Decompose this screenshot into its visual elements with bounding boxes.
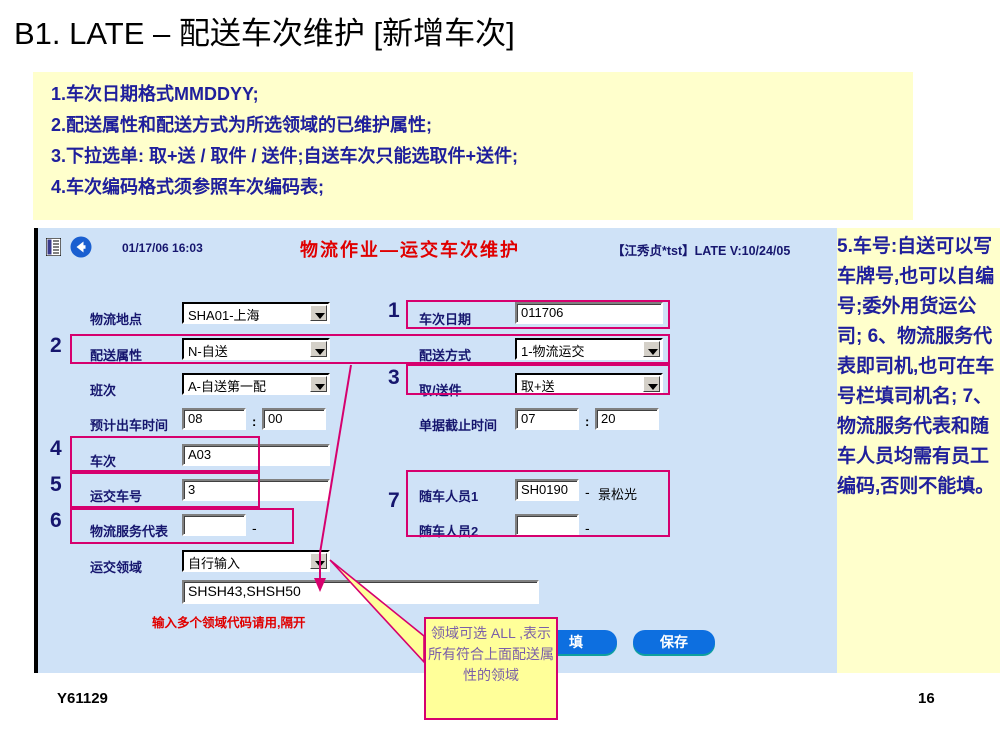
select-domain[interactable]: 自行输入 <box>182 550 330 572</box>
crew2-dash: - <box>585 520 590 536</box>
input-cutoff-hour[interactable]: 07 <box>515 408 579 430</box>
cutoff-time-colon: : <box>585 414 590 429</box>
input-crew2-code[interactable] <box>515 514 579 536</box>
select-pick-deliver[interactable]: 取+送 <box>515 373 663 395</box>
select-pick-deliver-value: 取+送 <box>521 379 555 394</box>
instruction-line-4: 4.车次编码格式须参照车次编码表; <box>51 177 325 197</box>
input-depart-minute[interactable]: 00 <box>262 408 326 430</box>
annotation-number-7: 7 <box>388 489 400 512</box>
select-domain-value: 自行输入 <box>188 556 241 571</box>
instructions-box: 1.车次日期格式MMDDYY; 2.配送属性和配送方式为所选领域的已维护属性; … <box>33 72 913 220</box>
service-rep-dash: - <box>252 520 257 536</box>
app-version-label: 【江秀贞*tst】LATE V:10/24/05 <box>612 244 791 258</box>
annotation-number-2: 2 <box>50 334 62 357</box>
input-vehicle-no[interactable]: 3 <box>182 479 330 501</box>
input-trip-date[interactable]: 011706 <box>515 302 663 324</box>
chevron-down-icon[interactable] <box>643 341 660 357</box>
input-depart-hour[interactable]: 08 <box>182 408 246 430</box>
app-datetime: 01/17/06 16:03 <box>122 241 203 255</box>
chevron-down-icon[interactable] <box>643 376 660 392</box>
chevron-down-icon[interactable] <box>310 376 327 392</box>
chevron-down-icon[interactable] <box>310 305 327 321</box>
annotation-number-3: 3 <box>388 366 400 389</box>
save-button[interactable]: 保存 <box>633 630 715 654</box>
input-cutoff-minute[interactable]: 20 <box>595 408 659 430</box>
instruction-line-2: 2.配送属性和配送方式为所选领域的已维护属性; <box>51 115 433 135</box>
crew1-name: 景松光 <box>598 487 638 502</box>
domain-hint-text: 输入多个领域代码请用,隔开 <box>152 616 306 630</box>
input-service-rep[interactable] <box>182 514 246 536</box>
app-header: 01/17/06 16:03 物流作业—运交车次维护 【江秀贞*tst】LATE… <box>38 228 837 268</box>
footer-code: Y61129 <box>57 690 108 707</box>
slide-root: B1. LATE – 配送车次维护 [新增车次] 1.车次日期格式MMDDYY;… <box>0 0 1000 750</box>
instruction-line-1: 1.车次日期格式MMDDYY; <box>51 84 259 104</box>
document-icon[interactable] <box>46 238 61 256</box>
label-pick-deliver: 取/送件 <box>419 383 462 398</box>
input-trip-no[interactable]: A03 <box>182 444 330 466</box>
annotation-number-5: 5 <box>50 473 62 496</box>
label-trip-date: 车次日期 <box>419 312 472 327</box>
annotation-number-6: 6 <box>50 509 62 532</box>
select-delivery-attr-value: N-自送 <box>188 344 228 359</box>
label-delivery-mode: 配送方式 <box>419 348 472 363</box>
instruction-line-3: 3.下拉选单: 取+送 / 取件 / 送件;自送车次只能选取件+送件; <box>51 146 519 166</box>
annotation-number-4: 4 <box>50 437 62 460</box>
select-delivery-attr[interactable]: N-自送 <box>182 338 330 360</box>
domain-callout: 领域可选 ALL ,表示所有符合上面配送属性的领域 <box>424 617 558 720</box>
label-location: 物流地点 <box>90 312 143 327</box>
page-title: B1. LATE – 配送车次维护 [新增车次] <box>14 16 515 51</box>
label-vehicle-no: 运交车号 <box>90 489 143 504</box>
select-delivery-mode-value: 1-物流运交 <box>521 344 585 359</box>
chevron-down-icon[interactable] <box>310 341 327 357</box>
label-shift: 班次 <box>90 383 117 398</box>
chevron-down-icon[interactable] <box>310 553 327 569</box>
input-domain-codes[interactable]: SHSH43,SHSH50 <box>182 580 539 604</box>
annotation-number-1: 1 <box>388 299 400 322</box>
depart-time-colon: : <box>252 414 257 429</box>
label-domain: 运交领域 <box>90 560 143 575</box>
app-window-title: 物流作业—运交车次维护 <box>300 240 520 260</box>
back-arrow-icon[interactable] <box>70 236 92 258</box>
select-location-value: SHA01-上海 <box>188 308 260 323</box>
crew1-dash: - <box>585 484 590 500</box>
input-crew1-code[interactable]: SH0190 <box>515 479 579 501</box>
label-crew1: 随车人员1 <box>419 489 479 504</box>
label-depart-time: 预计出车时间 <box>90 418 169 433</box>
select-shift[interactable]: A-自送第一配 <box>182 373 330 395</box>
label-cutoff-time: 单据截止时间 <box>419 418 498 433</box>
label-trip-no: 车次 <box>90 454 117 469</box>
label-delivery-attr: 配送属性 <box>90 348 143 363</box>
select-delivery-mode[interactable]: 1-物流运交 <box>515 338 663 360</box>
side-notes-text: 5.车号:自送可以写车牌号,也可以自编号;委外用货运公司; 6、物流服务代表即司… <box>837 236 995 497</box>
application-window: 01/17/06 16:03 物流作业—运交车次维护 【江秀贞*tst】LATE… <box>34 228 837 673</box>
label-service-rep: 物流服务代表 <box>90 524 169 539</box>
select-location[interactable]: SHA01-上海 <box>182 302 330 324</box>
select-shift-value: A-自送第一配 <box>188 379 267 394</box>
label-crew2: 随车人员2 <box>419 524 479 539</box>
page-number: 16 <box>918 690 935 707</box>
side-notes-panel: 5.车号:自送可以写车牌号,也可以自编号;委外用货运公司; 6、物流服务代表即司… <box>833 228 1000 673</box>
